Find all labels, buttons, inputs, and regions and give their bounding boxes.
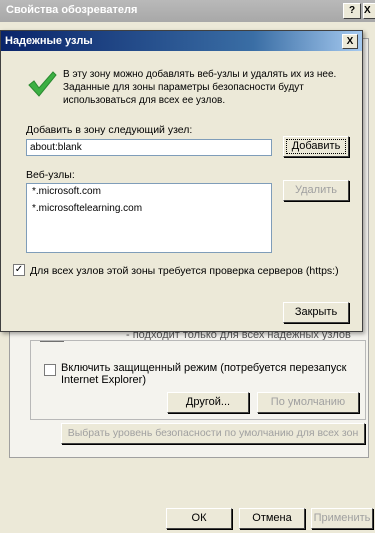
add-site-label: Добавить в зону следующий узел: — [26, 124, 193, 136]
custom-level-button[interactable]: Другой... — [167, 392, 249, 413]
trusted-sites-dialog: Надежные узлы X В эту зону можно добавля… — [0, 30, 363, 332]
bg-close-button[interactable]: X — [363, 3, 375, 19]
remove-site-button[interactable]: Удалить — [283, 180, 349, 201]
ok-button[interactable]: ОК — [166, 508, 232, 529]
list-item[interactable]: *.microsoft.com — [32, 186, 101, 197]
bg-window-title: Свойства обозревателя — [6, 4, 138, 16]
list-item[interactable]: *.microsoftelearning.com — [32, 203, 142, 214]
protected-mode-checkbox[interactable] — [44, 364, 56, 376]
default-level-button[interactable]: По умолчанию — [257, 392, 359, 413]
protected-mode-label: Включить защищенный режим (потребуется п… — [61, 362, 347, 386]
cancel-button[interactable]: Отмена — [239, 508, 305, 529]
reset-all-zones-button[interactable]: Выбрать уровень безопасности по умолчани… — [61, 423, 365, 444]
dialog-title: Надежные узлы — [5, 35, 93, 47]
add-site-button[interactable]: Добавить — [283, 136, 349, 157]
zone-info-text: В эту зону можно добавлять веб-узлы и уд… — [63, 69, 337, 106]
checkmark-icon — [27, 69, 57, 102]
add-site-input[interactable]: about:blank — [26, 139, 272, 156]
help-button[interactable]: ? — [343, 3, 361, 19]
sites-listbox[interactable]: *.microsoft.com *.microsoftelearning.com — [26, 183, 272, 253]
require-https-checkbox[interactable]: ✓ — [13, 264, 25, 276]
close-dialog-button[interactable]: Закрыть — [283, 302, 349, 323]
sites-list-label: Веб-узлы: — [26, 169, 75, 181]
dialog-close-button[interactable]: X — [342, 34, 358, 49]
require-https-label: Для всех узлов этой зоны требуется прове… — [30, 265, 339, 277]
apply-button[interactable]: Применить — [311, 508, 373, 529]
